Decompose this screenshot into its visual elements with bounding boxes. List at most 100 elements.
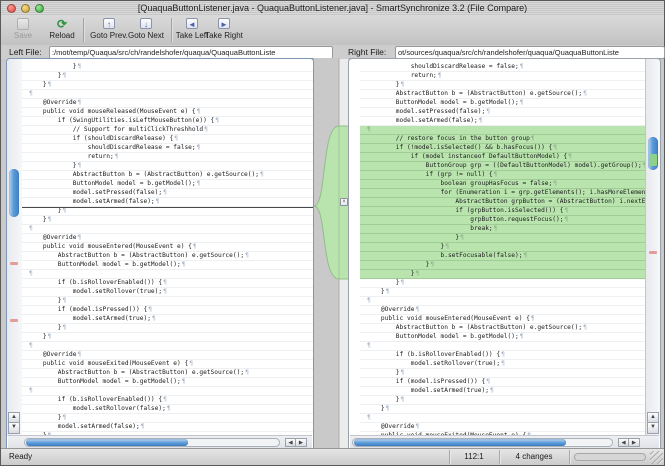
code-line: ButtonModel model = b.getModel();¶ <box>22 261 313 270</box>
code-line: }¶ <box>360 243 646 252</box>
code-line: }¶ <box>360 396 646 405</box>
toolbar: Save ⟳ Reload ↑ Goto Prev. ↓ Goto Next ◄… <box>1 15 664 46</box>
status-bar: Ready 112:1 4 changes <box>1 448 664 465</box>
code-line: if (model instanceof DefaultButtonModel)… <box>360 153 646 162</box>
code-line: ¶ <box>22 225 313 234</box>
code-line: model.setRollover(true);¶ <box>22 288 313 297</box>
left-vertical-scrollbar[interactable]: ▲ ▼ <box>7 59 23 436</box>
file-bar: Left File: :/mot/temp/Quaqua/src/ch/rand… <box>1 45 664 59</box>
status-message: Ready <box>9 452 32 462</box>
code-line: AbstractButton grpButton = (AbstractButt… <box>360 198 646 207</box>
code-line: ButtonModel model = b.getModel();¶ <box>22 180 313 189</box>
code-line: if (!model.isSelected() && b.hasFocus())… <box>360 144 646 153</box>
scroll-right-button[interactable]: ▶ <box>629 438 640 447</box>
code-line: AbstractButton b = (AbstractButton) e.ge… <box>360 90 646 99</box>
code-line: @Override¶ <box>22 351 313 360</box>
left-scroll-arrows: ▲ ▼ <box>8 412 20 434</box>
code-line: ButtonModel model = b.getModel();¶ <box>360 333 646 342</box>
code-line: model.setPressed(false);¶ <box>22 189 313 198</box>
scroll-up-button[interactable]: ▲ <box>647 412 659 423</box>
code-line: }¶ <box>22 63 313 72</box>
scroll-left-button[interactable]: ◀ <box>285 438 296 447</box>
scroll-right-button[interactable]: ▶ <box>296 438 307 447</box>
code-line: model.setRollover(true);¶ <box>360 360 646 369</box>
goto-next-button[interactable]: ↓ Goto Next <box>125 16 167 44</box>
code-line: }¶ <box>360 81 646 90</box>
right-vertical-scrollbar[interactable]: ▲ ▼ <box>645 59 660 436</box>
code-line: if (b.isRolloverEnabled()) {¶ <box>22 396 313 405</box>
code-line: ¶ <box>22 90 313 99</box>
code-line: model.setArmed(true);¶ <box>360 387 646 396</box>
code-line: shouldDiscardRelease = false;¶ <box>22 144 313 153</box>
code-line: }¶ <box>360 270 646 279</box>
right-horizontal-scrollbar-thumb[interactable] <box>354 439 566 446</box>
resize-grip[interactable] <box>650 451 663 464</box>
code-line: shouldDiscardRelease = false;¶ <box>360 63 646 72</box>
left-code: }¶ }¶ }¶¶ @Override¶ public void mouseRe… <box>28 63 313 436</box>
right-current-change-mark[interactable] <box>649 154 657 166</box>
left-vertical-scrollbar-thumb[interactable] <box>9 169 19 217</box>
cursor-position: 112:1 <box>449 452 499 462</box>
left-horizontal-scrollbar-thumb[interactable] <box>26 439 188 446</box>
code-line: model.setArmed(false);¶ <box>22 423 313 432</box>
scroll-up-button[interactable]: ▲ <box>8 412 20 423</box>
right-hscroll-arrows: ◀ ▶ <box>618 438 640 447</box>
right-file-label: Right File: <box>348 46 386 58</box>
left-code-area[interactable]: }¶ }¶ }¶¶ @Override¶ public void mouseRe… <box>22 59 313 436</box>
take-right-icon: ► <box>203 16 245 31</box>
code-line: model.setArmed(true);¶ <box>22 315 313 324</box>
code-line: }¶ <box>22 72 313 81</box>
code-line: }¶ <box>22 333 313 342</box>
reload-icon: ⟳ <box>45 16 79 31</box>
left-change-mark[interactable] <box>10 319 18 322</box>
code-line: model.setPressed(false);¶ <box>360 108 646 117</box>
code-line: public void mouseEntered(MouseEvent e) {… <box>22 243 313 252</box>
code-line: }¶ <box>360 234 646 243</box>
code-line: // Support for multiClickThreshhold¶ <box>22 126 313 135</box>
right-change-mark[interactable] <box>649 251 657 254</box>
save-button[interactable]: Save <box>7 16 39 44</box>
code-line: ¶ <box>22 387 313 396</box>
code-line: model.setArmed(false);¶ <box>22 198 313 207</box>
code-line: }¶ <box>360 261 646 270</box>
code-line: }¶ <box>22 216 313 225</box>
code-line: }¶ <box>360 405 646 414</box>
code-line: }¶ <box>22 297 313 306</box>
code-line: @Override¶ <box>22 234 313 243</box>
code-line: ButtonModel model = b.getModel();¶ <box>22 378 313 387</box>
goto-next-icon: ↓ <box>125 16 167 31</box>
code-line: if (b.isRolloverEnabled()) {¶ <box>22 279 313 288</box>
code-line: public void mouseEntered(MouseEvent e) {… <box>360 315 646 324</box>
code-line: ¶ <box>22 270 313 279</box>
code-line: if (SwingUtilities.isLeftMouseButton(e))… <box>22 117 313 126</box>
changes-count: 4 changes <box>499 452 569 462</box>
code-line: ¶ <box>360 414 646 423</box>
title-bar[interactable]: [QuaquaButtonListener.java - QuaquaButto… <box>1 1 664 16</box>
diff-remove-left-button[interactable]: × <box>340 198 348 206</box>
left-change-mark[interactable] <box>10 262 18 265</box>
toolbar-separator <box>83 18 84 42</box>
code-line: break;¶ <box>360 225 646 234</box>
code-line: ¶ <box>22 342 313 351</box>
scroll-left-button[interactable]: ◀ <box>618 438 629 447</box>
right-code: shouldDiscardRelease = false;¶ return;¶ … <box>366 63 646 436</box>
status-separator <box>569 450 570 464</box>
progress-bar <box>574 453 646 461</box>
take-right-button[interactable]: ► Take Right <box>203 16 245 44</box>
code-line: if (shouldDiscardRelease) {¶ <box>22 135 313 144</box>
code-line: @Override¶ <box>360 423 646 432</box>
scroll-down-button[interactable]: ▼ <box>647 423 659 434</box>
code-line: boolean groupHasFocus = false;¶ <box>360 180 646 189</box>
left-horizontal-scrollbar[interactable]: ◀ ▶ <box>8 435 312 449</box>
scroll-down-button[interactable]: ▼ <box>8 423 20 434</box>
code-line: AbstractButton b = (AbstractButton) e.ge… <box>22 252 313 261</box>
code-line: ¶ <box>360 126 646 135</box>
code-line: return;¶ <box>22 153 313 162</box>
code-line: if (grp != null) {¶ <box>360 171 646 180</box>
code-line: public void mouseExited(MouseEvent e) {¶ <box>22 360 313 369</box>
right-code-area[interactable]: shouldDiscardRelease = false;¶ return;¶ … <box>360 59 646 436</box>
left-file-pane: ▲ ▼ }¶ }¶ }¶¶ @Override¶ public void mou… <box>6 58 314 450</box>
reload-button[interactable]: ⟳ Reload <box>45 16 79 44</box>
right-horizontal-scrollbar[interactable]: ◀ ▶ <box>350 435 659 449</box>
code-line: }¶ <box>360 279 646 288</box>
